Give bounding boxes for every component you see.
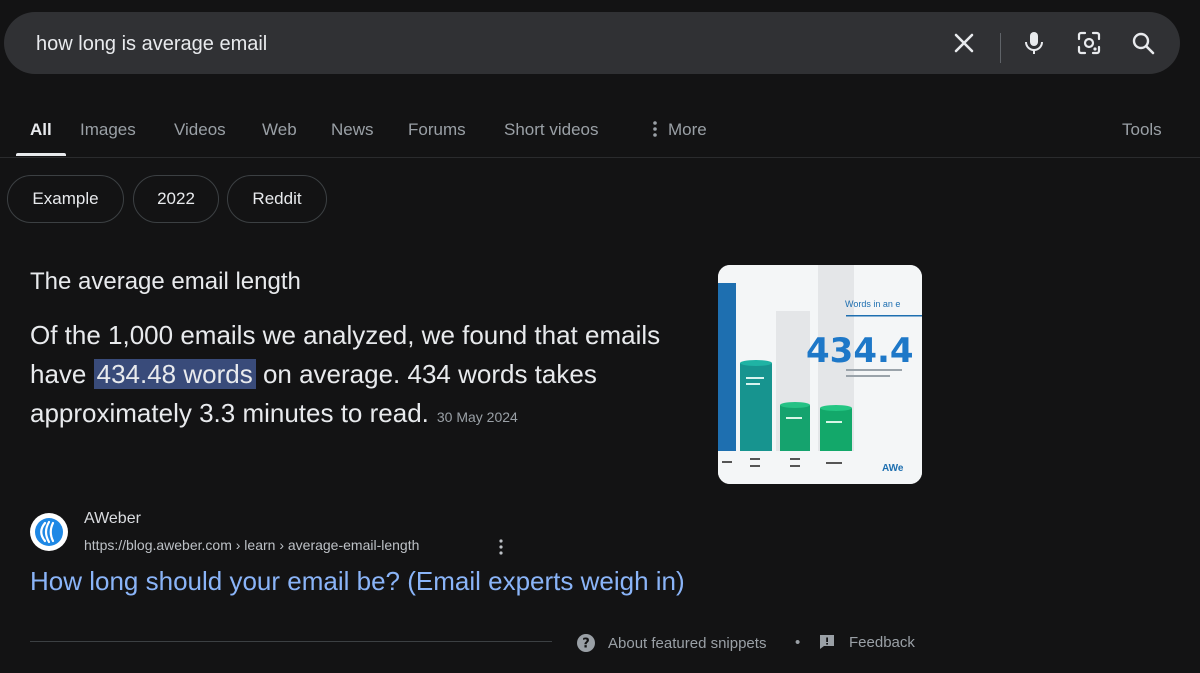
more-vert-icon (653, 121, 657, 137)
chip-2022[interactable]: 2022 (133, 175, 219, 223)
svg-text:?: ? (582, 637, 590, 652)
infographic-image (718, 265, 922, 484)
close-icon[interactable] (950, 29, 978, 57)
source-name[interactable]: AWeber (84, 510, 141, 528)
tab-videos[interactable]: Videos (174, 120, 226, 140)
tab-all[interactable]: All (30, 120, 52, 140)
thumbnail-heading: Words in an e (845, 299, 901, 309)
about-label: About featured snippets (608, 634, 767, 652)
result-title-link[interactable]: How long should your email be? (Email ex… (30, 566, 685, 597)
feedback-label: Feedback (849, 633, 915, 651)
snippet-text: Of the 1,000 emails we analyzed, we foun… (30, 316, 690, 437)
camera-lens-icon[interactable] (1075, 29, 1103, 57)
microphone-icon[interactable] (1020, 29, 1048, 57)
feedback-button[interactable]: Feedback (818, 633, 915, 651)
snippet-highlight: 434.48 words (93, 359, 256, 389)
footer-separator: • (795, 634, 801, 651)
about-featured-snippets[interactable]: ? About featured snippets (576, 633, 766, 653)
source-url[interactable]: https://blog.aweber.com › learn › averag… (84, 537, 419, 553)
tab-short-videos[interactable]: Short videos (504, 120, 599, 140)
tab-more-label: More (668, 120, 707, 139)
tab-more[interactable]: More (650, 120, 707, 140)
chip-example[interactable]: Example (7, 175, 124, 223)
result-menu-icon[interactable] (494, 536, 508, 558)
feedback-icon (820, 635, 834, 649)
chip-reddit[interactable]: Reddit (227, 175, 327, 223)
snippet-date: 30 May 2024 (436, 409, 518, 425)
search-tabs: All Images Videos Web News Forums Short … (0, 112, 1200, 158)
thumbnail-brand: AWe (882, 463, 904, 474)
snippet-title: The average email length (30, 268, 301, 295)
snippet-thumbnail[interactable]: Words in an e 434.4 AWe (718, 265, 922, 484)
tab-web[interactable]: Web (262, 120, 297, 140)
help-icon: ? (577, 634, 595, 652)
footer-divider (30, 641, 552, 642)
thumbnail-big-number: 434.4 (806, 331, 914, 371)
tools-button[interactable]: Tools (1122, 120, 1162, 140)
tab-images[interactable]: Images (80, 120, 136, 140)
search-icon[interactable] (1129, 29, 1157, 57)
search-input[interactable] (34, 12, 898, 76)
aweber-favicon[interactable] (30, 513, 68, 551)
tab-forums[interactable]: Forums (408, 120, 466, 140)
search-divider (1000, 33, 1001, 63)
search-bar (4, 12, 1180, 76)
tab-news[interactable]: News (331, 120, 374, 140)
active-tab-indicator (16, 153, 66, 156)
tabs-divider (0, 157, 1200, 158)
